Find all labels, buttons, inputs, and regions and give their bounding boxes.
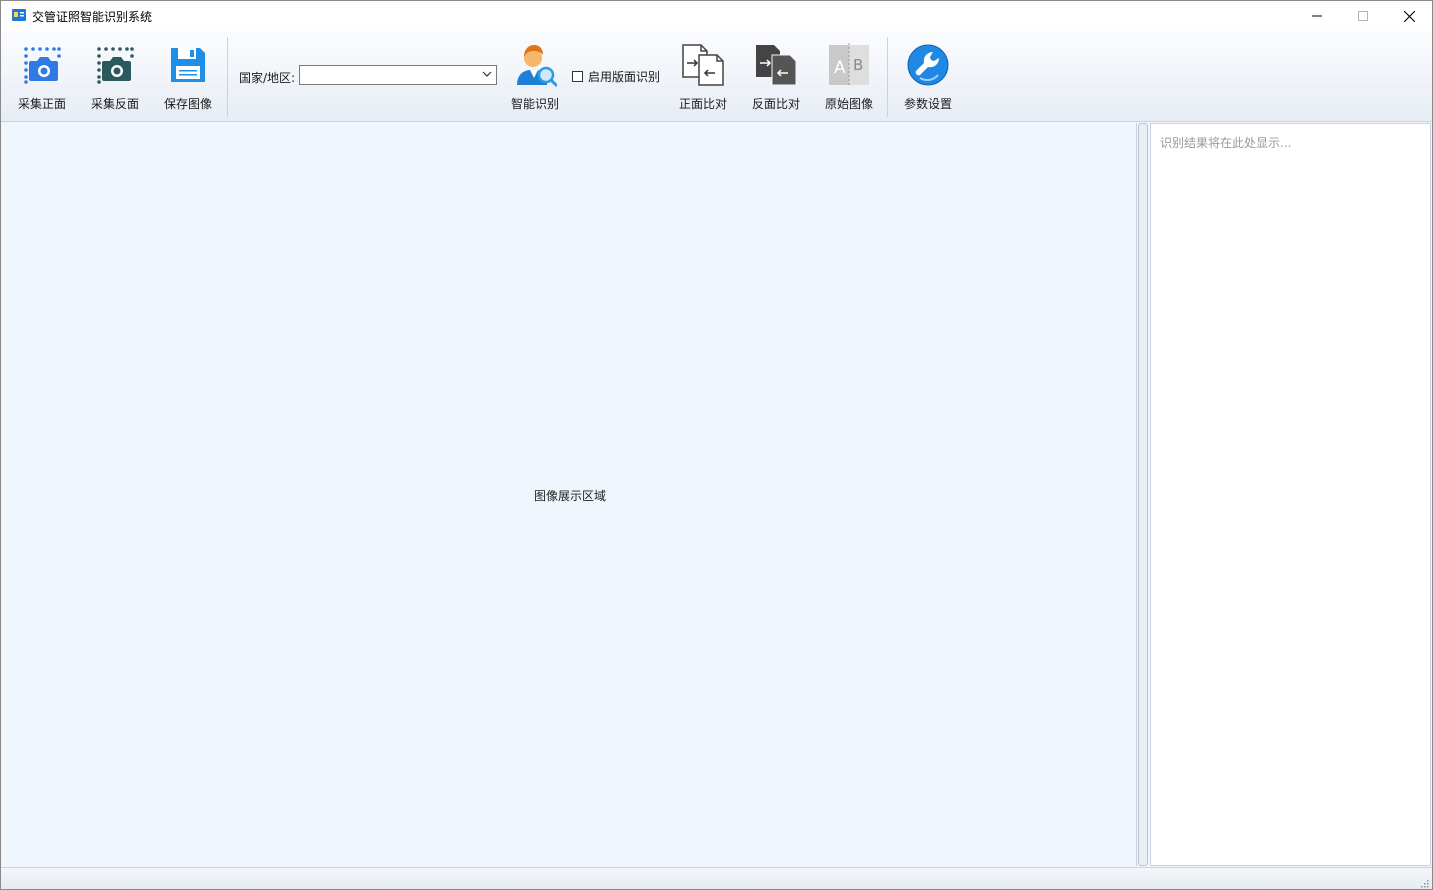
camera-back-icon xyxy=(97,47,134,84)
ab-image-icon: A B xyxy=(829,43,869,87)
app-window: 交管证照智能识别系统 采集正面 采集反面 保存图像 国家/地区: 智能识别 启用… xyxy=(0,0,1433,890)
toolbar-separator xyxy=(227,37,228,117)
settings-button[interactable]: 参数设置 xyxy=(901,43,955,113)
app-icon xyxy=(12,9,26,21)
back-compare-label: 反面比对 xyxy=(751,97,800,111)
document-compare-icon xyxy=(682,44,724,86)
window-title: 交管证照智能识别系统 xyxy=(32,10,153,24)
camera-front-icon xyxy=(24,47,61,84)
save-image-button[interactable]: 保存图像 xyxy=(161,43,215,113)
close-button[interactable] xyxy=(1386,1,1432,31)
capture-back-label: 采集反面 xyxy=(90,97,139,111)
panel-splitter[interactable] xyxy=(1138,123,1148,866)
svg-text:B: B xyxy=(853,56,863,74)
country-select[interactable] xyxy=(299,65,497,85)
maximize-icon xyxy=(1358,11,1368,21)
status-bar xyxy=(1,867,1432,889)
image-display-area[interactable]: 图像展示区域 xyxy=(4,123,1137,866)
smart-recognize-label: 智能识别 xyxy=(510,97,559,111)
front-compare-button[interactable]: 正面比对 xyxy=(676,43,730,113)
document-compare-dark-icon xyxy=(756,45,797,86)
back-compare-button[interactable]: 反面比对 xyxy=(749,43,803,113)
chevron-down-icon xyxy=(482,71,492,77)
svg-text:A: A xyxy=(834,58,846,78)
original-image-label: 原始图像 xyxy=(824,97,873,111)
settings-label: 参数设置 xyxy=(903,97,952,111)
minimize-button[interactable] xyxy=(1294,1,1340,31)
save-image-label: 保存图像 xyxy=(163,97,212,111)
layout-recognition-checkbox[interactable]: 启用版面识别 xyxy=(572,68,660,85)
capture-back-button[interactable]: 采集反面 xyxy=(88,43,142,113)
maximize-button[interactable] xyxy=(1340,1,1386,31)
layout-recognition-label: 启用版面识别 xyxy=(588,70,661,84)
image-area-placeholder: 图像展示区域 xyxy=(533,489,606,503)
resize-grip-icon[interactable] xyxy=(1419,878,1429,888)
wrench-settings-icon xyxy=(907,44,949,86)
result-placeholder: 识别结果将在此处显示... xyxy=(1160,136,1292,150)
capture-front-label: 采集正面 xyxy=(17,97,66,111)
result-text-panel[interactable]: 识别结果将在此处显示... xyxy=(1150,123,1431,866)
save-icon xyxy=(171,48,205,82)
original-image-button[interactable]: A B 原始图像 xyxy=(822,43,876,113)
front-compare-label: 正面比对 xyxy=(678,97,727,111)
person-search-icon xyxy=(517,45,557,87)
smart-recognize-button[interactable]: 智能识别 xyxy=(507,43,563,113)
country-label: 国家/地区: xyxy=(239,71,296,85)
toolbar: 采集正面 采集反面 保存图像 国家/地区: 智能识别 启用版面识别 正面比对 反… xyxy=(1,31,1432,122)
title-bar[interactable]: 交管证照智能识别系统 xyxy=(1,1,1432,31)
capture-front-button[interactable]: 采集正面 xyxy=(15,43,69,113)
close-icon xyxy=(1403,10,1415,22)
toolbar-separator xyxy=(887,37,888,117)
minimize-icon xyxy=(1312,15,1322,17)
checkbox-box[interactable] xyxy=(572,71,583,82)
